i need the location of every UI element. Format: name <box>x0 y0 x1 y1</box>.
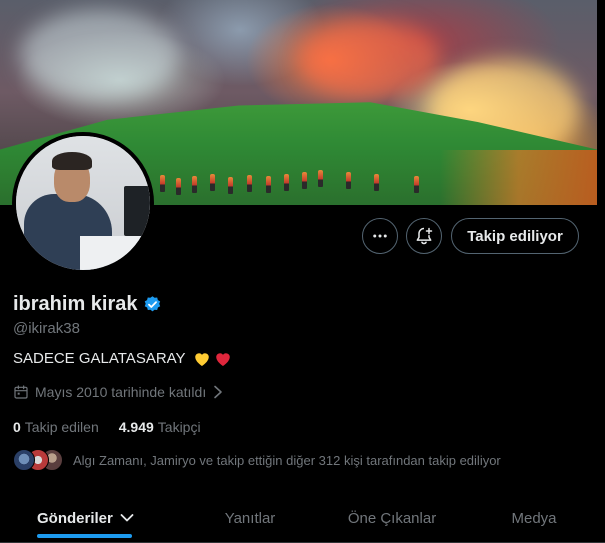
banner-player <box>210 174 215 191</box>
following-count: 0 <box>13 419 21 435</box>
bio-text: SADECE GALATASARAY <box>13 350 186 367</box>
tab-label: Gönderiler <box>37 509 113 527</box>
tab-label: Yanıtlar <box>224 509 276 527</box>
avatar-hair <box>52 152 92 170</box>
profile-page: Takip ediliyor ibrahim kirak @ikirak38 S… <box>0 0 605 543</box>
banner-player <box>414 176 419 193</box>
red-heart-icon <box>215 353 230 366</box>
profile-avatar[interactable] <box>12 132 154 274</box>
banner-player <box>247 175 252 192</box>
following-button[interactable]: Takip ediliyor <box>451 218 579 254</box>
mini-avatar <box>13 449 35 471</box>
joined-date: Mayıs 2010 tarihinde katıldı <box>35 384 207 400</box>
banner-player <box>192 176 197 193</box>
following-label: Takip edilen <box>24 419 99 435</box>
tab-label: Öne Çıkanlar <box>347 509 437 527</box>
bell-plus-icon <box>416 227 433 245</box>
chevron-down-icon <box>120 514 134 522</box>
banner-player <box>346 172 351 189</box>
profile-bio: SADECE GALATASARAY <box>13 350 232 367</box>
tab-replies[interactable]: Yanıtlar <box>179 494 321 542</box>
followers-you-know-text: Algı Zamanı, Jamiryo ve takip ettiğin di… <box>73 452 501 468</box>
avatar-desk <box>80 236 150 270</box>
banner-player <box>374 174 379 191</box>
verified-badge-icon[interactable] <box>143 295 162 314</box>
followers-count-link[interactable]: 4.949 Takipçi <box>119 419 201 435</box>
profile-name: ibrahim kirak <box>13 293 138 315</box>
active-tab-indicator <box>37 534 132 538</box>
profile-tabs: Gönderiler Yanıtlar Öne Çıkanlar Medya <box>0 494 605 543</box>
yellow-heart-icon <box>194 353 209 366</box>
more-horizontal-icon <box>373 234 387 238</box>
profile-name-row: ibrahim kirak <box>13 293 162 316</box>
followers-you-know[interactable]: Algı Zamanı, Jamiryo ve takip ettiğin di… <box>13 449 501 471</box>
followers-label: Takipçi <box>157 419 201 435</box>
banner-player <box>266 176 271 193</box>
more-button[interactable] <box>362 218 398 254</box>
banner-player <box>176 178 181 195</box>
chevron-right-icon[interactable] <box>212 385 224 399</box>
calendar-icon <box>14 385 28 399</box>
banner-smoke <box>20 10 180 100</box>
banner-player <box>160 175 165 192</box>
banner-smoke <box>300 20 440 100</box>
followers-you-know-avatars <box>13 449 63 471</box>
banner-pitch-glow <box>440 150 597 205</box>
followers-count: 4.949 <box>118 419 154 435</box>
profile-handle: @ikirak38 <box>13 320 80 337</box>
banner-player <box>302 172 307 189</box>
tab-media[interactable]: Medya <box>463 494 605 542</box>
banner-player <box>284 174 289 191</box>
banner-player <box>318 170 323 187</box>
tab-highlights[interactable]: Öne Çıkanlar <box>321 494 463 542</box>
banner-player <box>228 177 233 194</box>
profile-joined: Mayıs 2010 tarihinde katıldı <box>13 384 224 400</box>
profile-stats: 0 Takip edilen 4.949 Takipçi <box>13 419 201 435</box>
avatar-monitor <box>124 186 150 236</box>
tab-label: Medya <box>511 509 557 527</box>
tab-posts[interactable]: Gönderiler <box>0 494 179 542</box>
following-count-link[interactable]: 0 Takip edilen <box>13 419 99 435</box>
notifications-button[interactable] <box>406 218 442 254</box>
